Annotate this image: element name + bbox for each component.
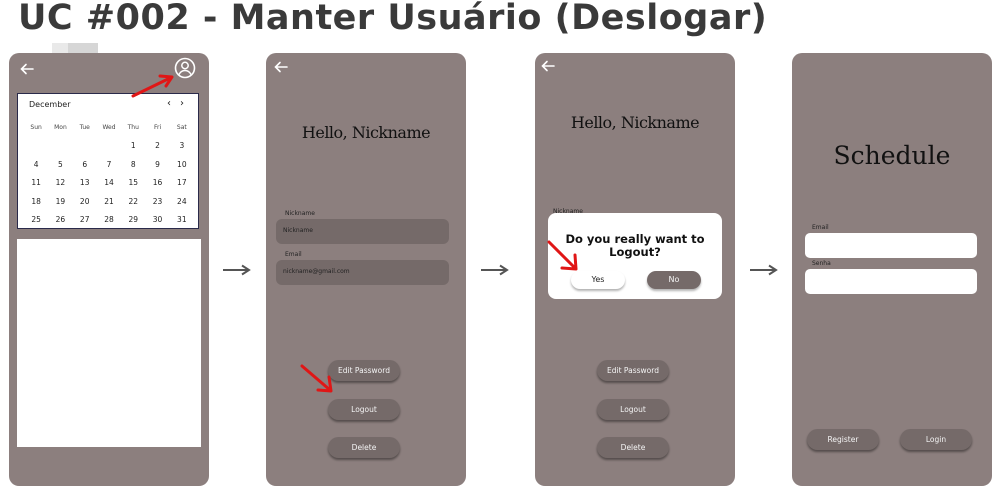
nickname-label: Nickname [285, 210, 315, 217]
register-button[interactable]: Register [807, 429, 879, 450]
back-arrow-icon[interactable] [273, 59, 289, 75]
annotation-arrow-icon [547, 240, 578, 271]
calendar-day[interactable]: 30 [145, 215, 169, 224]
calendar-day[interactable]: 25 [24, 215, 48, 224]
calendar-day[interactable]: 12 [48, 178, 72, 187]
calendar-day[interactable]: 5 [48, 160, 72, 169]
calendar-weekday: Thu [127, 123, 139, 131]
delete-button[interactable]: Delete [328, 437, 400, 458]
calendar-week-row: 4 5 6 7 8 9 10 [24, 155, 194, 174]
password-label: Senha [812, 260, 831, 267]
calendar-grid: Sun Mon Tue Wed Thu Fri Sat 1 2 3 4 5 6 7 8 9 10 11 12 13 14… [24, 118, 194, 229]
back-arrow-icon[interactable] [19, 61, 35, 77]
page-title: UC #002 - Manter Usuário (Deslogar) [18, 0, 768, 38]
calendar-day[interactable]: 11 [24, 178, 48, 187]
login-button[interactable]: Login [900, 429, 972, 450]
calendar-day[interactable]: 20 [73, 197, 97, 206]
calendar-day[interactable]: 13 [73, 178, 97, 187]
greeting-heading: Hello, Nickname [301, 123, 431, 142]
email-field[interactable]: nickname@gmail.com [276, 260, 449, 285]
annotation-arrow-icon [300, 364, 333, 393]
calendar-weekday: Mon [54, 123, 67, 131]
content-panel [17, 239, 201, 447]
screen-calendar: December ‹ › Sun Mon Tue Wed Thu Fri Sat 1 2 3 4 5 6… [9, 53, 209, 486]
calendar-week-row: 18 19 20 21 22 23 24 [24, 192, 194, 211]
calendar-weekday: Fri [153, 123, 162, 131]
calendar-day[interactable]: 29 [121, 215, 145, 224]
no-button[interactable]: No [647, 271, 701, 289]
calendar-day[interactable]: 4 [24, 160, 48, 169]
calendar-day[interactable]: 22 [121, 197, 145, 206]
calendar-week-row: 11 12 13 14 15 16 17 [24, 174, 194, 193]
calendar-week-row: 123 [24, 137, 194, 156]
calendar-widget: December ‹ › Sun Mon Tue Wed Thu Fri Sat 1 2 3 4 5 6… [17, 93, 199, 229]
calendar-day[interactable]: 15 [121, 178, 145, 187]
calendar-day[interactable]: 6 [73, 160, 97, 169]
annotation-arrow-icon [131, 74, 174, 98]
calendar-weekday: Sun [30, 123, 42, 131]
calendar-month: December [29, 100, 71, 109]
calendar-day[interactable]: 9 [145, 160, 169, 169]
email-input[interactable] [805, 233, 977, 258]
calendar-day[interactable]: 26 [48, 215, 72, 224]
calendar-day[interactable]: 23 [145, 197, 169, 206]
calendar-day[interactable]: 21 [97, 197, 121, 206]
logout-button[interactable]: Logout [597, 399, 669, 420]
back-arrow-icon[interactable] [540, 58, 556, 74]
calendar-day[interactable]: 3 [170, 141, 194, 150]
edit-password-button[interactable]: Edit Password [597, 360, 669, 381]
calendar-week-row: 25 26 27 28 29 30 31 [24, 211, 194, 230]
edit-password-button[interactable]: Edit Password [328, 360, 400, 381]
email-label: Email [285, 251, 302, 258]
app-title: Schedule [833, 141, 951, 170]
flow-arrow-icon [750, 264, 778, 276]
screen-login: Schedule Email Senha Register Login [792, 53, 992, 486]
calendar-day[interactable]: 24 [170, 197, 194, 206]
calendar-day[interactable]: 1 [121, 141, 145, 150]
calendar-day[interactable]: 16 [145, 178, 169, 187]
decorative-tab-shade [68, 43, 98, 53]
calendar-day[interactable]: 7 [97, 160, 121, 169]
calendar-day[interactable]: 19 [48, 197, 72, 206]
calendar-day[interactable]: 28 [97, 215, 121, 224]
delete-button[interactable]: Delete [597, 437, 669, 458]
chevron-right-icon[interactable]: › [180, 98, 184, 109]
calendar-weekday: Tue [79, 123, 90, 131]
logout-button[interactable]: Logout [328, 399, 400, 420]
password-input[interactable] [805, 269, 977, 294]
calendar-weekday: Sat [176, 123, 187, 131]
calendar-day[interactable]: 10 [170, 160, 194, 169]
screen-profile: Hello, Nickname Nickname Nickname Email … [266, 53, 466, 486]
calendar-weekday: Wed [102, 123, 116, 131]
email-label: Email [812, 224, 829, 231]
calendar-day[interactable]: 8 [121, 160, 145, 169]
calendar-day[interactable]: 17 [170, 178, 194, 187]
calendar-day[interactable]: 18 [24, 197, 48, 206]
nickname-field[interactable]: Nickname [276, 219, 449, 244]
calendar-weekday-row: Sun Mon Tue Wed Thu Fri Sat [24, 118, 194, 137]
flow-arrow-icon [223, 264, 251, 276]
calendar-day[interactable]: 14 [97, 178, 121, 187]
greeting-heading: Hello, Nickname [570, 113, 700, 132]
flow-arrow-icon [481, 264, 509, 276]
calendar-day[interactable]: 31 [170, 215, 194, 224]
calendar-day[interactable]: 27 [73, 215, 97, 224]
calendar-day[interactable]: 2 [145, 141, 169, 150]
